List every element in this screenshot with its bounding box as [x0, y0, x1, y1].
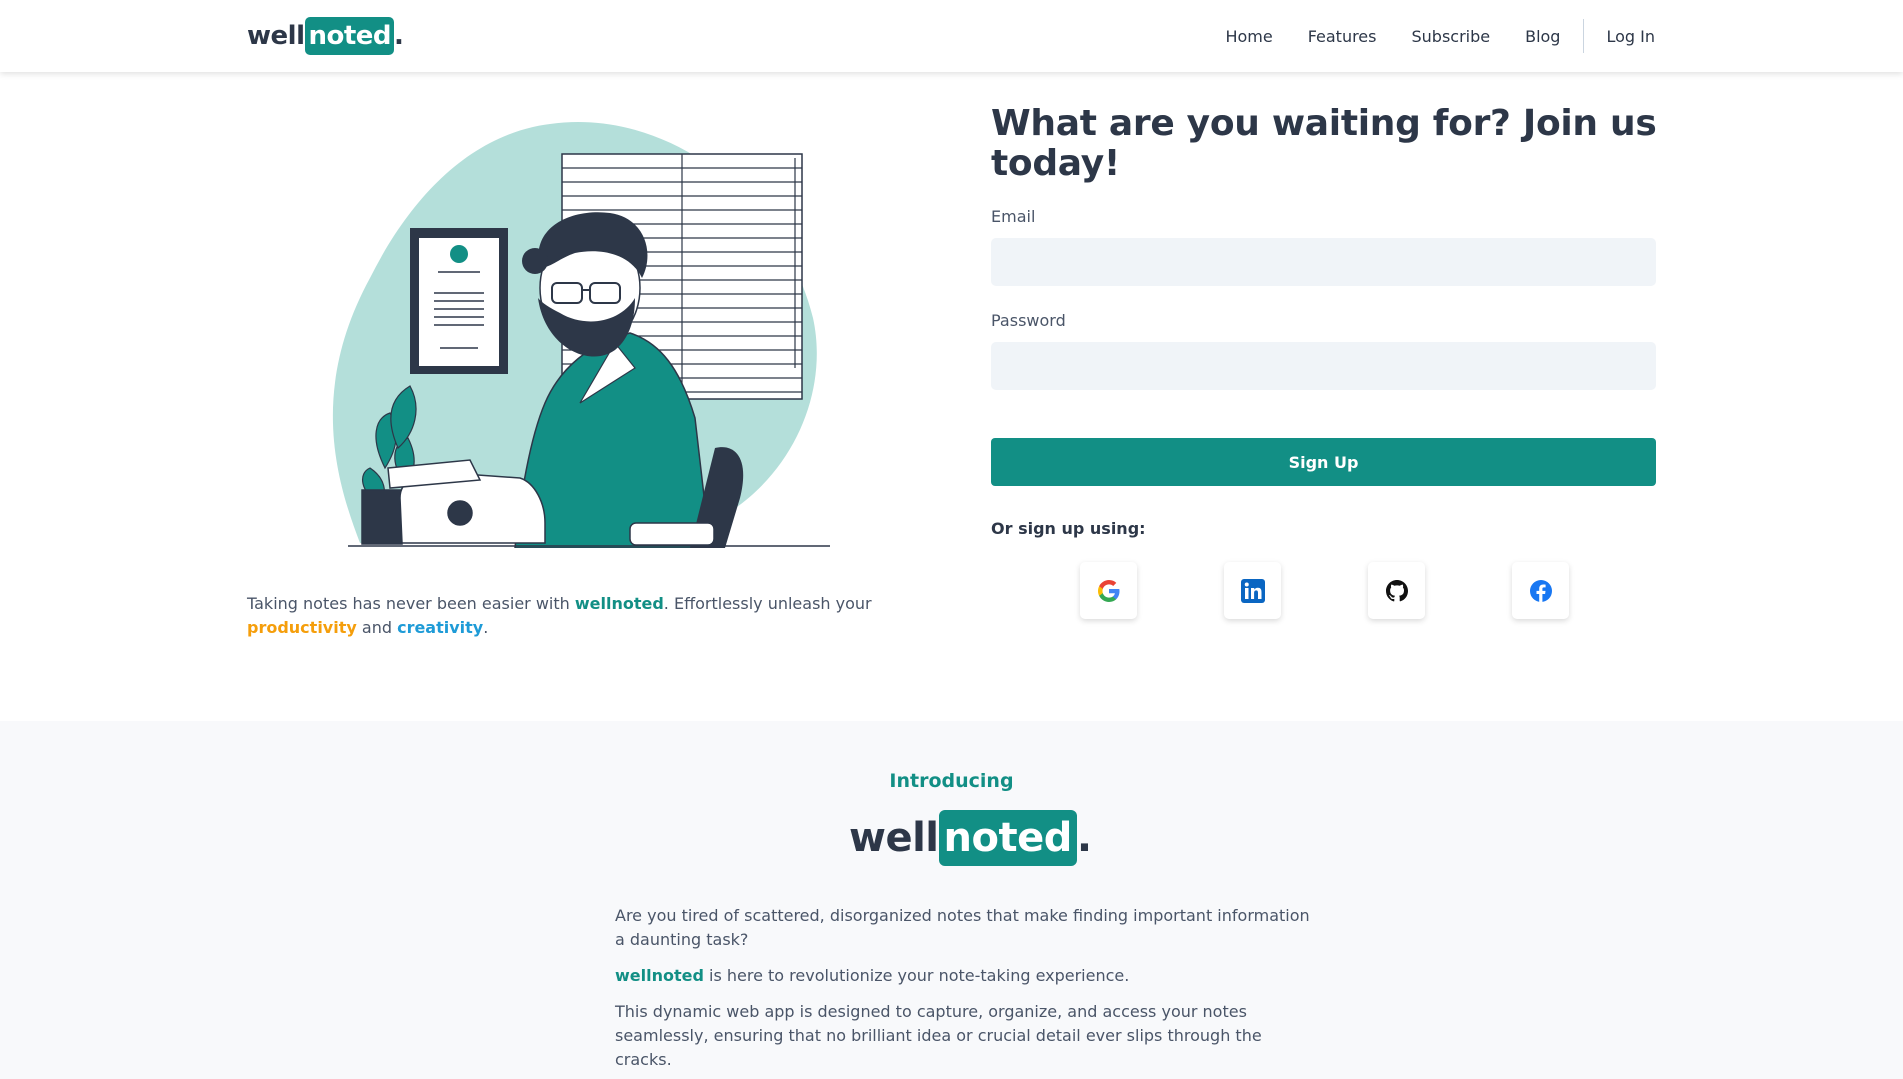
- password-field[interactable]: [991, 342, 1656, 390]
- email-field[interactable]: [991, 238, 1656, 286]
- signup-title: What are you waiting for? Join us today!: [991, 103, 1657, 184]
- alt-signup-label: Or sign up using:: [991, 519, 1146, 538]
- nav-links: Home Features Subscribe Blog Log In: [1190, 0, 1655, 72]
- intro-brand: wellnoted: [615, 966, 704, 985]
- facebook-icon: [1529, 579, 1552, 602]
- logo[interactable]: well noted.: [247, 16, 404, 56]
- tagline-text: Taking notes has never been easier with: [247, 594, 575, 613]
- tagline-creativity: creativity: [397, 618, 484, 637]
- tagline-text: and: [356, 618, 398, 637]
- logo-text-noted: noted: [305, 17, 395, 55]
- intro-section: Introducing well noted. Are you tired of …: [0, 721, 1903, 1079]
- nav-link-features[interactable]: Features: [1308, 27, 1377, 46]
- github-icon: [1385, 579, 1408, 601]
- password-label: Password: [991, 311, 1066, 330]
- hero-tagline: Taking notes has never been easier with …: [247, 592, 887, 640]
- navbar: well noted. Home Features Subscribe Blog …: [0, 0, 1903, 72]
- intro-paragraph-2-text: is here to revolutionize your note-takin…: [703, 966, 1130, 985]
- intro-logo-noted: noted: [938, 810, 1077, 866]
- facebook-signup-button[interactable]: [1512, 562, 1569, 619]
- linkedin-icon: [1240, 578, 1265, 603]
- nav-link-subscribe[interactable]: Subscribe: [1411, 27, 1490, 46]
- tagline-productivity: productivity: [247, 618, 357, 637]
- framed-certificate: [410, 228, 508, 374]
- nav-divider: [1583, 19, 1585, 53]
- logo-dot: .: [394, 21, 404, 51]
- tagline-text: .: [483, 618, 489, 637]
- intro-paragraph-3: This dynamic web app is designed to capt…: [615, 1002, 1262, 1069]
- intro-paragraph-1: Are you tired of scattered, disorganized…: [615, 906, 1310, 949]
- login-link[interactable]: Log In: [1606, 27, 1655, 46]
- github-signup-button[interactable]: [1368, 562, 1425, 619]
- linkedin-signup-button[interactable]: [1224, 562, 1281, 619]
- email-label: Email: [991, 207, 1036, 226]
- intro-logo-dot: .: [1076, 815, 1092, 861]
- tagline-brand: wellnoted: [574, 594, 664, 613]
- intro-logo-well: well: [849, 815, 939, 861]
- nav-link-home[interactable]: Home: [1225, 27, 1272, 46]
- nav-link-blog[interactable]: Blog: [1525, 27, 1560, 46]
- tagline-text: . Effortlessly unleash your: [663, 594, 872, 613]
- intro-paragraph-2: wellnoted is here to revolutionize your …: [615, 964, 1315, 988]
- intro-kicker: Introducing: [889, 770, 1014, 792]
- hero-illustration: [332, 121, 830, 548]
- google-signup-button[interactable]: [1080, 562, 1137, 619]
- logo-text-well: well: [247, 21, 305, 51]
- intro-logo: well noted.: [849, 809, 1092, 867]
- signup-button[interactable]: Sign Up: [991, 438, 1656, 486]
- google-icon: [1097, 579, 1119, 602]
